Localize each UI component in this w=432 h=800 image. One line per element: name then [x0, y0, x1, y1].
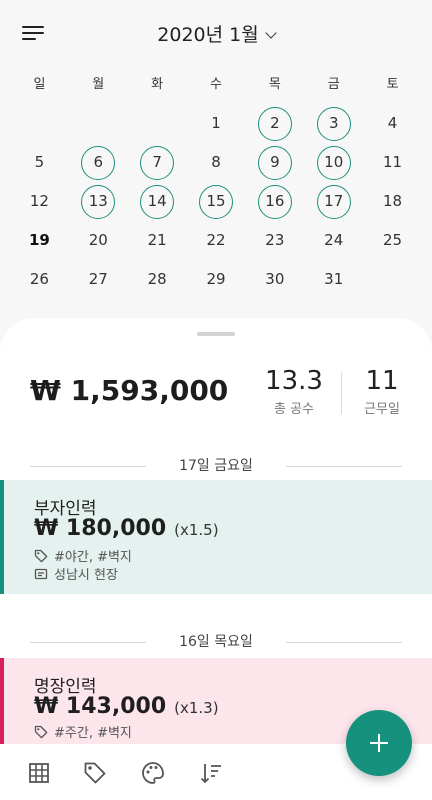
calendar: 일 월 화 수 목 금 토 1 2 3 4 5 6 7 8 9 10 11 12 13 14 15 16 17 1… [10, 66, 422, 299]
entry-tags-row: #야간, #벽지 [34, 546, 132, 565]
entry-multiplier: (x1.5) [174, 521, 219, 539]
total-amount: ₩ 1,593,000 [30, 374, 229, 407]
calendar-day[interactable]: 5 [10, 143, 69, 182]
calendar-day[interactable]: 31 [304, 260, 363, 299]
calendar-week-row: 1234 [10, 104, 422, 143]
calendar-day[interactable]: 4 [363, 104, 422, 143]
calendar-day[interactable]: 25 [363, 221, 422, 260]
workdays-label: 근무일 [364, 402, 400, 417]
calendar-day[interactable]: 11 [363, 143, 422, 182]
weekday-label: 토 [386, 77, 399, 92]
entry-amount-row: ₩ 180,000 (x1.5) [34, 516, 219, 541]
gongsu-stat: 13.3 총 공수 [262, 366, 326, 417]
tag-icon [34, 549, 48, 563]
entry-tags-row: #주간, #벽지 [34, 722, 132, 741]
calendar-day[interactable]: 14 [128, 182, 187, 221]
calendar-week-row: 19 20 21 22 23 24 25 [10, 221, 422, 260]
calendar-day[interactable]: 27 [69, 260, 128, 299]
calendar-empty-cell [69, 104, 128, 143]
calendar-day[interactable]: 2 [245, 104, 304, 143]
calendar-day[interactable]: 18 [363, 182, 422, 221]
calendar-day[interactable]: 16 [245, 182, 304, 221]
calendar-day[interactable]: 28 [128, 260, 187, 299]
calendar-day[interactable]: 6 [69, 143, 128, 182]
entry-accent-bar [0, 658, 4, 758]
calendar-day[interactable]: 15 [187, 182, 246, 221]
calendar-day[interactable]: 24 [304, 221, 363, 260]
weekday-label: 화 [151, 77, 164, 92]
calendar-day[interactable]: 9 [245, 143, 304, 182]
date-divider: 17일 금요일 [30, 456, 402, 476]
month-title: 2020년 1월 [157, 24, 259, 46]
calendar-empty-cell [363, 260, 422, 299]
calendar-grid-icon[interactable] [26, 760, 52, 786]
calendar-empty-cell [128, 104, 187, 143]
calendar-day[interactable]: 20 [69, 221, 128, 260]
calendar-day[interactable]: 30 [245, 260, 304, 299]
add-entry-button[interactable] [346, 710, 412, 776]
weekday-label: 목 [268, 77, 281, 92]
sort-icon[interactable] [198, 760, 224, 786]
weekday-label: 일 [33, 77, 46, 92]
entry-amount: ₩ 180,000 [34, 516, 167, 541]
entry-tags: #주간, #벽지 [54, 726, 132, 741]
workdays-value: 11 [365, 366, 399, 396]
palette-icon[interactable] [140, 760, 166, 786]
tag-icon[interactable] [82, 760, 108, 786]
calendar-day[interactable]: 29 [187, 260, 246, 299]
calendar-grid: 1 2 3 4 5 6 7 8 9 10 11 12 13 14 15 16 17 18 19 20 21 22 23 24 2… [10, 104, 422, 299]
calendar-day[interactable]: 10 [304, 143, 363, 182]
entry-accent-bar [0, 480, 4, 594]
calendar-empty-cell [10, 104, 69, 143]
monthly-summary: ₩ 1,593,000 13.3 총 공수 11 근무일 [0, 358, 432, 428]
calendar-day[interactable]: 17 [304, 182, 363, 221]
weekday-label: 수 [210, 77, 222, 92]
date-divider: 16일 목요일 [30, 632, 402, 652]
workdays-stat: 11 근무일 [354, 366, 410, 417]
calendar-week-row: 26 27 28 29 30 31 [10, 260, 422, 299]
entry-amount-row: ₩ 143,000 (x1.3) [34, 694, 219, 719]
calendar-day[interactable]: 21 [128, 221, 187, 260]
calendar-day[interactable]: 23 [245, 221, 304, 260]
calendar-day[interactable]: 1 [187, 104, 246, 143]
calendar-day[interactable]: 8 [187, 143, 246, 182]
drag-handle[interactable] [197, 332, 235, 336]
tag-icon [34, 725, 48, 739]
work-entry-card[interactable]: 부자인력 ₩ 180,000 (x1.5) #야간, #벽지 성남시 현장 [0, 480, 432, 594]
weekday-header: 일 월 화 수 목 금 토 [10, 66, 422, 104]
entry-multiplier: (x1.3) [174, 699, 219, 717]
calendar-day[interactable]: 22 [187, 221, 246, 260]
calendar-day-today[interactable]: 19 [10, 221, 69, 260]
chevron-down-icon [265, 27, 277, 39]
month-selector[interactable]: 2020년 1월 [0, 20, 432, 47]
calendar-day[interactable]: 7 [128, 143, 187, 182]
entry-tags: #야간, #벽지 [54, 550, 132, 565]
date-divider-label: 17일 금요일 [179, 458, 253, 474]
weekday-label: 금 [327, 77, 340, 92]
stat-divider [341, 372, 342, 414]
entry-memo-row: 성남시 현장 [34, 564, 118, 583]
weekday-label: 월 [92, 77, 105, 92]
calendar-week-row: 12 13 14 15 16 17 18 [10, 182, 422, 221]
calendar-week-row: 5 6 7 8 9 10 11 [10, 143, 422, 182]
memo-icon [34, 568, 48, 580]
gongsu-value: 13.3 [265, 366, 323, 396]
calendar-day[interactable]: 3 [304, 104, 363, 143]
calendar-day[interactable]: 26 [10, 260, 69, 299]
date-divider-label: 16일 목요일 [179, 634, 253, 650]
top-app-bar: 2020년 1월 [0, 0, 432, 66]
calendar-day[interactable]: 13 [69, 182, 128, 221]
gongsu-label: 총 공수 [273, 402, 314, 417]
entry-memo: 성남시 현장 [54, 568, 118, 583]
calendar-day[interactable]: 12 [10, 182, 69, 221]
entry-amount: ₩ 143,000 [34, 694, 167, 719]
